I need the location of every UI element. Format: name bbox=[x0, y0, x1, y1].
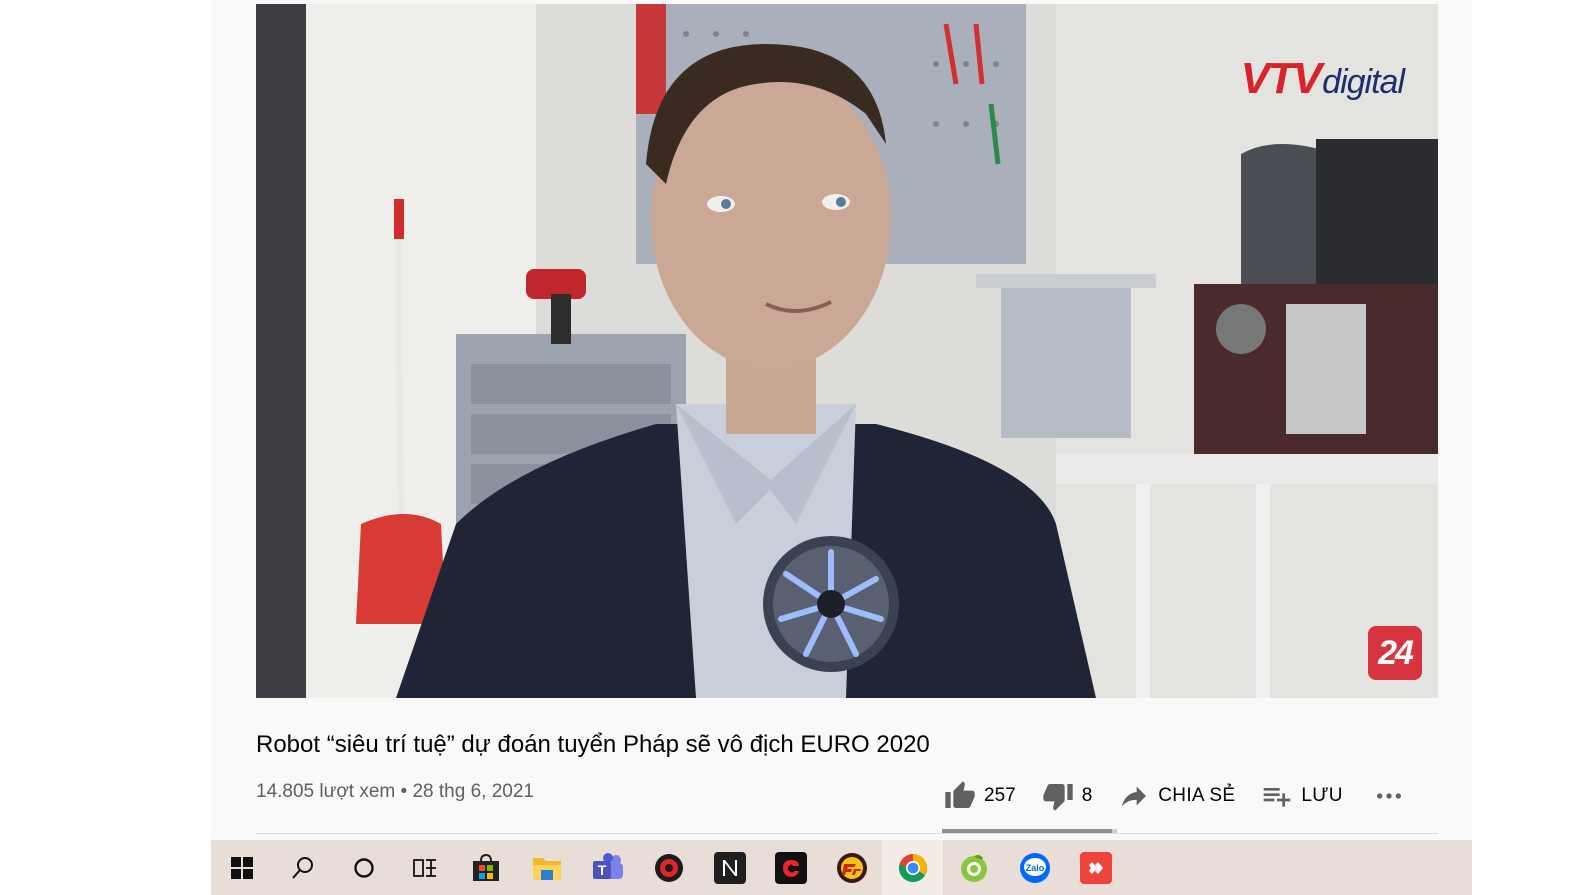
dislike-button[interactable]: 8 bbox=[1042, 780, 1093, 812]
like-button[interactable]: 257 bbox=[944, 780, 1016, 812]
video-player[interactable]: VTV digital 24 bbox=[256, 4, 1438, 698]
cortana-button[interactable] bbox=[333, 840, 394, 895]
taskbar-store[interactable] bbox=[455, 840, 516, 895]
garena-icon bbox=[774, 851, 807, 884]
taskbar-crossfire[interactable] bbox=[821, 840, 882, 895]
more-actions-button[interactable] bbox=[1369, 780, 1409, 812]
thumbs-down-icon bbox=[1043, 784, 1073, 811]
search-icon bbox=[291, 856, 313, 879]
anydesk-icon bbox=[1079, 851, 1112, 884]
dislike-count: 8 bbox=[1081, 785, 1093, 806]
taskbar-chrome[interactable] bbox=[882, 840, 943, 895]
like-count: 257 bbox=[984, 785, 1016, 806]
meta-separator: • bbox=[400, 781, 408, 802]
taskbar-file-explorer[interactable] bbox=[516, 840, 577, 895]
coccoc-icon bbox=[960, 854, 987, 882]
share-label: CHIA SẺ bbox=[1158, 785, 1236, 806]
view-count: 14.805 lượt xem bbox=[256, 781, 396, 802]
vtv-digital-logo: VTV digital bbox=[1240, 54, 1405, 104]
video-actions: 257 8 CHIA SẺ LƯU bbox=[944, 776, 1409, 816]
thumbs-up-icon bbox=[945, 781, 975, 808]
playlist-add-icon bbox=[1264, 788, 1291, 807]
logo-brand-text: VTV bbox=[1240, 54, 1323, 103]
more-horizontal-icon bbox=[1376, 793, 1401, 799]
teams-icon: T bbox=[592, 852, 623, 879]
publish-date: 28 thg 6, 2021 bbox=[412, 781, 534, 802]
share-button[interactable]: CHIA SẺ bbox=[1118, 780, 1235, 812]
video-info: 14.805 lượt xem • 28 thg 6, 2021 bbox=[256, 781, 534, 803]
channel-24h-badge: 24 bbox=[1368, 626, 1422, 680]
task-view-icon bbox=[412, 858, 436, 877]
windows-taskbar: T Zalo bbox=[211, 840, 1472, 895]
crossfire-icon bbox=[836, 852, 867, 883]
section-divider bbox=[256, 833, 1438, 834]
chrome-icon bbox=[898, 853, 927, 882]
taskbar-zalo[interactable]: Zalo bbox=[1004, 840, 1065, 895]
zalo-icon-text: Zalo bbox=[1025, 863, 1044, 873]
taskbar-garena[interactable] bbox=[760, 840, 821, 895]
svg-text:T: T bbox=[597, 862, 606, 878]
save-label: LƯU bbox=[1301, 785, 1343, 806]
taskbar-coccoc[interactable] bbox=[943, 840, 1004, 895]
start-button[interactable] bbox=[211, 840, 272, 895]
microsoft-store-icon bbox=[472, 853, 499, 881]
video-title: Robot “siêu trí tuệ” dự đoán tuyển Pháp … bbox=[256, 731, 930, 758]
windows-start-icon bbox=[230, 856, 253, 879]
taskbar-anydesk[interactable] bbox=[1065, 840, 1126, 895]
taskbar-teams[interactable]: T bbox=[577, 840, 638, 895]
taskbar-notion[interactable] bbox=[699, 840, 760, 895]
logo-suffix-text: digital bbox=[1322, 63, 1405, 101]
task-view-button[interactable] bbox=[394, 840, 455, 895]
taskbar-game-app[interactable] bbox=[638, 840, 699, 895]
taskbar-search-button[interactable] bbox=[272, 840, 333, 895]
video-frame-scene bbox=[256, 4, 1438, 698]
file-explorer-icon bbox=[532, 857, 561, 880]
share-arrow-icon bbox=[1122, 786, 1147, 807]
zalo-icon: Zalo bbox=[1019, 852, 1050, 883]
save-button[interactable]: LƯU bbox=[1261, 780, 1342, 812]
game-app-icon bbox=[654, 853, 683, 882]
cortana-icon bbox=[353, 857, 374, 878]
notion-icon bbox=[713, 851, 746, 884]
